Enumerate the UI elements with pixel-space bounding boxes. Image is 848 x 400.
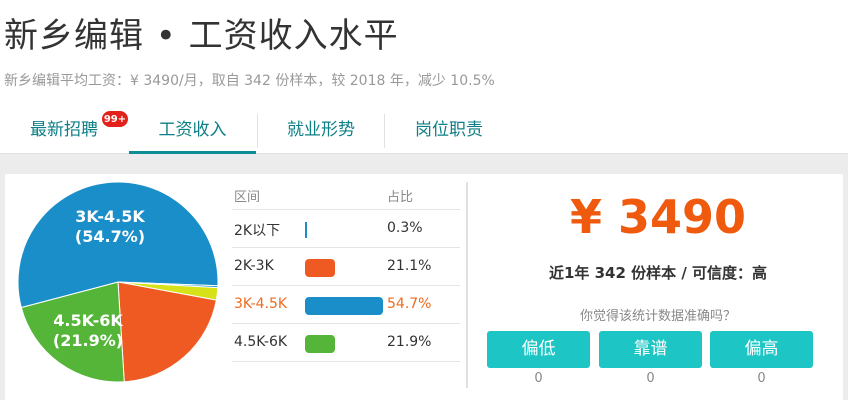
salary-pie-chart: 3K-4.5K (54.7%) 4.5K-6K (21.9%) [17, 181, 219, 383]
slice-label-pct: (21.9%) [53, 331, 123, 350]
pie-slice-2K-3K [117, 281, 217, 383]
tab-salary[interactable]: 工资收入 [129, 108, 256, 154]
table-header: 区间 占比 [232, 178, 460, 210]
table-row: 4.5K-6K 21.9% [232, 324, 460, 362]
tab-duties[interactable]: 岗位职责 [385, 108, 513, 154]
column-range: 区间 [234, 190, 261, 205]
slice-label-pct: (54.7%) [75, 227, 145, 246]
vote-high-count: 0 [757, 371, 766, 386]
column-share: 占比 [387, 190, 414, 205]
row-range: 2K-3K [234, 258, 274, 274]
vote-low-button[interactable]: 偏低 [487, 331, 590, 368]
row-bar [305, 297, 383, 315]
row-share: 21.1% [387, 258, 432, 274]
row-range: 4.5K-6K [234, 334, 288, 350]
slice-label-name: 4.5K-6K [53, 311, 123, 330]
slice-label-name: 3K-4.5K [75, 207, 145, 226]
table-row: 2K以下 0.3% [232, 210, 460, 248]
row-range: 3K-4.5K [234, 296, 288, 312]
row-share: 0.3% [387, 220, 423, 236]
row-bar [305, 335, 335, 353]
row-bar [305, 259, 335, 277]
distribution-table: 区间 占比 2K以下 0.3% 2K-3K 21.1% 3K-4.5K 54.7% 4.5K… [232, 178, 460, 362]
row-share: 54.7% [387, 296, 432, 312]
vote-accurate-button[interactable]: 靠谱 [599, 331, 702, 368]
row-share: 21.9% [387, 334, 432, 350]
table-row: 2K-3K 21.1% [232, 248, 460, 286]
sample-meta: 近1年 342 份样本 / 可信度：高 [548, 264, 768, 282]
table-row: 3K-4.5K 54.7% [232, 286, 460, 324]
vote-accurate-count: 0 [646, 371, 655, 386]
page-title: 新乡编辑 • 工资收入水平 [4, 16, 399, 56]
page-subtitle: 新乡编辑平均工资：¥ 3490/月，取自 342 份样本，较 2018 年，减少… [4, 73, 495, 89]
vote-high-button[interactable]: 偏高 [710, 331, 813, 368]
tab-employment[interactable]: 就业形势 [258, 108, 384, 154]
average-salary: ¥ 3490 [569, 190, 747, 244]
row-range: 2K以下 [234, 223, 281, 239]
accuracy-question: 你觉得该统计数据准确吗？ [579, 309, 736, 324]
row-bar [305, 222, 307, 238]
notification-badge: 99+ [101, 110, 129, 128]
vote-low-count: 0 [534, 371, 543, 386]
